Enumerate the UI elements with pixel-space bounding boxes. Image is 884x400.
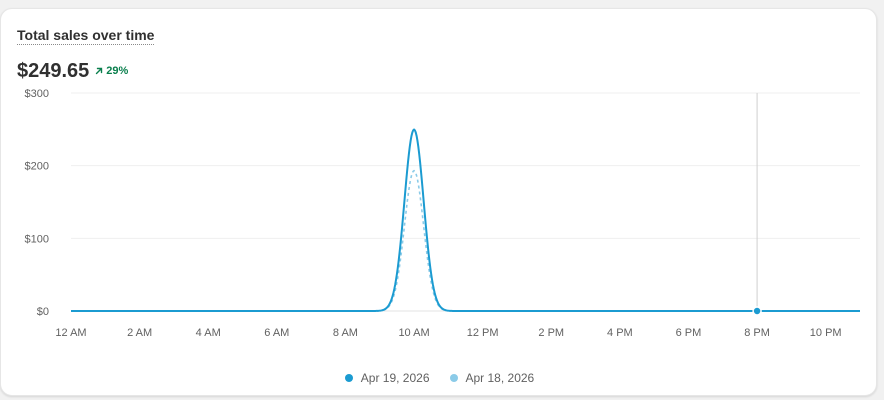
legend-item-current[interactable]: Apr 19, 2026 bbox=[344, 371, 430, 385]
x-tick-label: 10 AM bbox=[398, 327, 429, 339]
hover-point bbox=[752, 306, 762, 316]
sales-card: Total sales over time $249.65 29% $0 $100… bbox=[0, 8, 877, 396]
x-tick-label: 6 AM bbox=[264, 327, 289, 339]
legend-label-current: Apr 19, 2026 bbox=[360, 371, 430, 385]
legend-dot-previous bbox=[449, 374, 458, 382]
y-tick-label: $300 bbox=[25, 88, 49, 100]
series-line-current bbox=[71, 128, 860, 312]
series-line-previous bbox=[71, 169, 860, 312]
legend-label-previous: Apr 18, 2026 bbox=[465, 371, 535, 385]
legend-dot-current bbox=[344, 374, 353, 382]
x-tick-label: 8 AM bbox=[333, 327, 358, 339]
x-tick-label: 6 PM bbox=[676, 327, 702, 339]
y-tick-label: $100 bbox=[25, 233, 49, 245]
sales-line-chart[interactable]: $0 $100 $200 $300 12 AM 2 AM 4 AM 6 AM 8 AM 10 AM… bbox=[1, 9, 878, 369]
chart-legend: Apr 19, 2026 Apr 18, 2026 bbox=[1, 371, 878, 385]
x-tick-label: 12 PM bbox=[467, 327, 499, 339]
x-tick-label: 4 PM bbox=[607, 327, 633, 339]
y-tick-label: $0 bbox=[37, 306, 49, 318]
y-tick-label: $200 bbox=[25, 161, 49, 173]
x-tick-label: 4 AM bbox=[196, 327, 221, 339]
x-tick-label: 8 PM bbox=[744, 327, 770, 339]
x-tick-label: 12 AM bbox=[55, 327, 86, 339]
x-tick-label: 2 AM bbox=[127, 327, 152, 339]
x-tick-label: 2 PM bbox=[538, 327, 564, 339]
x-tick-label: 10 PM bbox=[810, 327, 842, 339]
legend-item-previous[interactable]: Apr 18, 2026 bbox=[449, 371, 535, 385]
